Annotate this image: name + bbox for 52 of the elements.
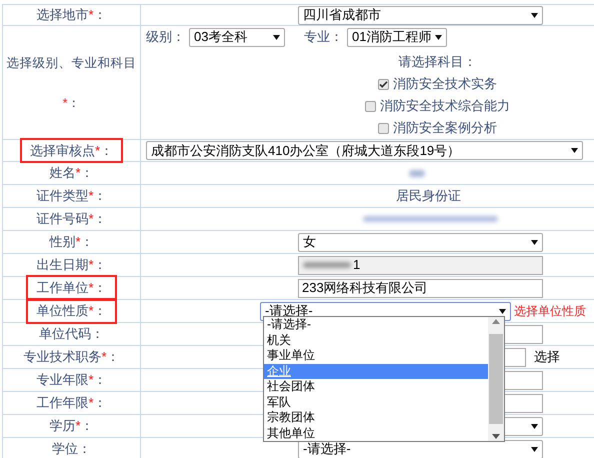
dropdown-option[interactable]: 军队 [264,394,488,410]
subject-option[interactable]: 消防安全技术实务 [378,73,497,95]
field-label: 出生日期*： [35,256,108,274]
subject-prompt: 请选择科目： [398,53,476,71]
dropdown-option[interactable]: 社会团体 [264,379,488,394]
field-label: 姓名*： [48,164,95,182]
field-label: 专业技术职务*： [22,348,121,366]
select-field[interactable]: 四川省成都市 [298,6,543,24]
field-label: 学位： [51,440,92,458]
field-label: 性别*： [48,233,95,252]
blurred-value [303,262,351,268]
field-label: 学历*： [48,417,95,436]
scrollbar[interactable] [488,317,504,441]
birth-date-field[interactable]: 1 [298,256,543,274]
caret-icon [531,446,538,452]
caret-icon [531,424,538,428]
dropdown-option[interactable]: 宗教团体 [264,410,488,426]
dropdown-option[interactable]: 事业单位 [264,348,488,364]
select-field[interactable]: 女 [298,232,543,252]
checkbox[interactable] [365,100,376,112]
choose-link[interactable]: 选择 [534,347,560,367]
blurred-value [409,170,425,176]
caret-icon [571,148,578,153]
caret-icon [531,240,538,244]
field-label: 证件类型*： [35,187,108,206]
field-label: 证件号码*： [35,210,108,228]
field-label: 工作年限*： [35,394,108,412]
caret-icon [435,34,442,40]
field-label: 选择审核点*： [20,138,124,164]
level-label: 级别： [146,28,185,46]
subject-option[interactable]: 消防安全案例分析 [378,117,497,139]
field-label: 单位代码： [38,325,105,344]
checkbox[interactable] [378,122,389,134]
field-label: 选择地市*： [35,6,108,24]
select-field[interactable]: 01消防工程师 [347,28,447,46]
select-field[interactable]: 成都市公安消防支队410办公室（府城大道东段19号） [146,141,583,160]
select-field[interactable]: 03考全科 [189,28,285,46]
field-label: 单位性质*： [26,298,117,324]
field-label: 工作单位*： [26,275,117,301]
dropdown-option[interactable]: 其他单位 [264,426,488,441]
id-type-value: 居民身份证 [396,187,461,206]
field-label: 选择级别、专业和科目 *： [6,54,138,112]
caret-icon [531,12,538,18]
hint-text: 选择单位性质 [514,303,586,320]
checkbox[interactable] [378,78,389,90]
caret-icon [499,308,506,314]
subject-option[interactable]: 消防安全技术综合能力 [365,95,510,117]
field-label: 专业年限*： [35,371,108,390]
text-field[interactable]: 233网络科技有限公司 [298,278,543,298]
dropdown-option[interactable]: 机关 [264,332,488,348]
major-label: 专业： [304,28,343,46]
caret-icon [273,34,280,40]
